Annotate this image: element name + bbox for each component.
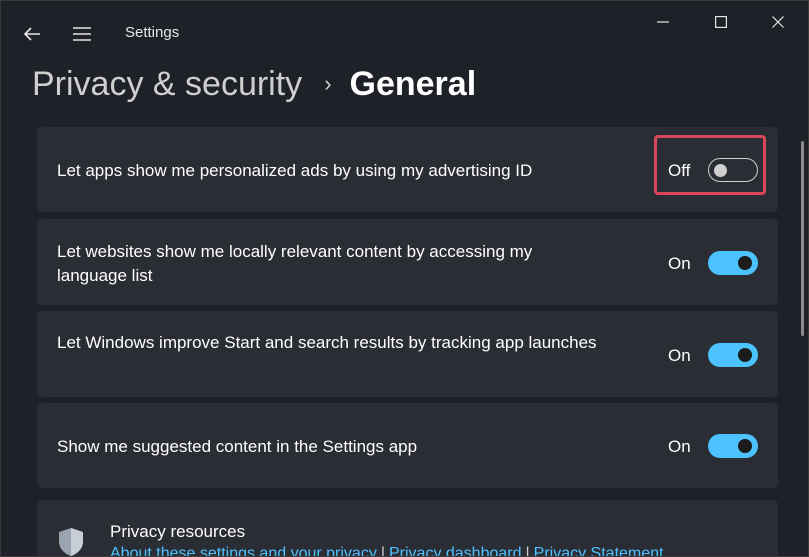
toggle-state-label: Off bbox=[668, 161, 691, 180]
toggle-switch-app-launch-tracking[interactable] bbox=[708, 343, 758, 367]
link-privacy-statement[interactable]: Privacy Statement bbox=[534, 545, 664, 556]
setting-local-content: Let websites show me locally relevant co… bbox=[37, 219, 778, 305]
link-privacy-dashboard[interactable]: Privacy dashboard bbox=[389, 545, 522, 556]
scrollbar[interactable] bbox=[801, 141, 804, 336]
breadcrumb: Privacy & security › General bbox=[32, 61, 476, 107]
setting-label: Let websites show me locally relevant co… bbox=[57, 242, 533, 285]
link-divider: | bbox=[380, 545, 385, 557]
breadcrumb-separator: › bbox=[324, 71, 332, 96]
toggle-knob bbox=[714, 163, 727, 177]
setting-personalized-ads: Let apps show me personalized ads by usi… bbox=[37, 127, 778, 212]
toggle-knob bbox=[738, 439, 752, 453]
setting-label: Show me suggested content in the Setting… bbox=[57, 437, 418, 456]
link-about-settings[interactable]: About these settings and your privacy bbox=[110, 545, 377, 556]
privacy-resources: Privacy resources About these settings a… bbox=[37, 500, 778, 557]
setting-label: Let apps show me personalized ads by usi… bbox=[57, 161, 533, 180]
toggle-switch-personalized-ads[interactable] bbox=[708, 158, 758, 182]
setting-suggested-content: Show me suggested content in the Setting… bbox=[37, 403, 778, 488]
setting-label: Let Windows improve Start and search res… bbox=[57, 333, 597, 352]
maximize-icon[interactable] bbox=[701, 9, 741, 35]
back-arrow-icon[interactable] bbox=[17, 19, 47, 49]
shield-icon bbox=[57, 527, 85, 556]
close-icon[interactable] bbox=[758, 9, 798, 35]
link-divider: | bbox=[525, 545, 530, 557]
toggle-state-label: On bbox=[668, 254, 691, 273]
toggle-knob bbox=[738, 256, 752, 270]
hamburger-menu-icon[interactable] bbox=[67, 19, 97, 49]
settings-window: Settings Privacy & security › General Le… bbox=[0, 0, 809, 557]
title-bar: Settings bbox=[1, 1, 808, 61]
page-title: General bbox=[349, 64, 477, 103]
toggle-state-label: On bbox=[668, 437, 691, 456]
breadcrumb-parent[interactable]: Privacy & security bbox=[32, 65, 302, 104]
toggle-switch-local-content[interactable] bbox=[708, 251, 758, 275]
toggle-switch-suggested-content[interactable] bbox=[708, 434, 758, 458]
resources-links: About these settings and your privacy | Pr… bbox=[110, 545, 664, 557]
toggle-state-label: On bbox=[668, 346, 691, 365]
app-title: Settings bbox=[125, 24, 180, 41]
toggle-knob bbox=[738, 348, 752, 362]
minimize-icon[interactable] bbox=[643, 9, 683, 35]
resources-title: Privacy resources bbox=[110, 522, 246, 541]
setting-app-launch-tracking: Let Windows improve Start and search res… bbox=[37, 311, 778, 397]
